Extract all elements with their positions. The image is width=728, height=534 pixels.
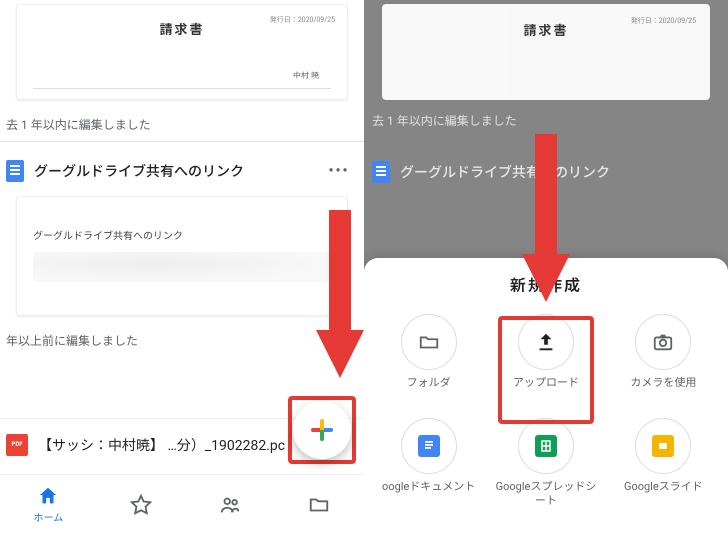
doc-row[interactable]: グーグルドライブ共有へのリンク ••• <box>0 150 364 192</box>
doc-row-name: グーグルドライブ共有へのリンク <box>34 161 316 181</box>
google-slides-icon <box>635 418 691 474</box>
callout-arrow-fab <box>310 210 364 390</box>
divider <box>0 141 364 142</box>
callout-arrow-upload <box>516 134 576 314</box>
invoice-thumbnail[interactable]: 発行日：2020/09/25 請求書 中村 暁 <box>16 4 348 100</box>
people-icon <box>219 494 241 516</box>
invoice-thumbnail: 発行日：2020/09/25 請求書 <box>382 4 710 100</box>
callout-box-fab <box>288 396 356 464</box>
redacted-area <box>33 252 331 282</box>
create-google-doc[interactable]: oogleドキュメント <box>374 418 483 509</box>
plus-icon <box>311 419 333 441</box>
create-google-sheet[interactable]: Googleスプレッドシート <box>491 418 600 509</box>
folder-icon <box>308 494 330 516</box>
pdf-icon: PDF <box>6 434 28 456</box>
create-google-sheet-label: Googleスプレッドシート <box>491 480 600 509</box>
create-google-doc-label: oogleドキュメント <box>382 480 475 506</box>
create-upload[interactable]: アップロード <box>491 314 600 402</box>
create-google-slide-label: Googleスライド <box>624 480 703 506</box>
create-camera-label: カメラを使用 <box>630 376 696 402</box>
create-grid: フォルダ アップロード カメラを使用 <box>374 314 718 509</box>
pane-after: 発行日：2020/09/25 請求書 去 1 年以内に編集しました グーグルドラ… <box>364 0 728 534</box>
star-icon <box>130 494 152 516</box>
home-icon <box>37 485 59 507</box>
tab-shared[interactable] <box>219 494 241 516</box>
google-docs-icon <box>401 418 457 474</box>
more-icon[interactable]: ••• <box>326 163 352 179</box>
invoice-name: 中村 暁 <box>293 70 319 81</box>
doc-row-name: グーグルドライブ共有へのリンク <box>400 162 610 182</box>
google-docs-icon <box>372 161 390 183</box>
bottom-nav: ホーム <box>0 474 364 534</box>
google-docs-icon <box>6 160 24 182</box>
create-google-slide[interactable]: Googleスライド <box>609 418 718 509</box>
pane-before: 発行日：2020/09/25 請求書 中村 暁 去 1 年以内に編集しました グ… <box>0 0 364 534</box>
invoice-date: 発行日：2020/09/25 <box>631 16 696 26</box>
folder-icon <box>401 314 457 370</box>
doc-thumbnail-title: グーグルドライブ共有へのリンク <box>33 227 337 242</box>
create-camera[interactable]: カメラを使用 <box>609 314 718 402</box>
invoice-date: 発行日：2020/09/25 <box>270 15 335 25</box>
create-folder[interactable]: フォルダ <box>374 314 483 402</box>
fab-create[interactable] <box>293 401 351 459</box>
divider <box>33 88 331 89</box>
doc-thumbnail[interactable]: グーグルドライブ共有へのリンク <box>16 196 348 316</box>
edited-recently-label: 去 1 年以内に編集しました <box>0 108 364 141</box>
camera-icon <box>635 314 691 370</box>
edited-recently-label: 去 1 年以内に編集しました <box>372 112 517 129</box>
tab-home[interactable]: ホーム <box>34 485 64 524</box>
upload-icon <box>518 314 574 370</box>
screenshot-pair: 発行日：2020/09/25 請求書 中村 暁 去 1 年以内に編集しました グ… <box>0 0 728 534</box>
tab-home-label: ホーム <box>34 509 64 524</box>
tab-starred[interactable] <box>130 494 152 516</box>
tab-files[interactable] <box>308 494 330 516</box>
google-sheets-icon <box>518 418 574 474</box>
create-upload-label: アップロード <box>513 376 579 402</box>
create-folder-label: フォルダ <box>407 376 451 402</box>
